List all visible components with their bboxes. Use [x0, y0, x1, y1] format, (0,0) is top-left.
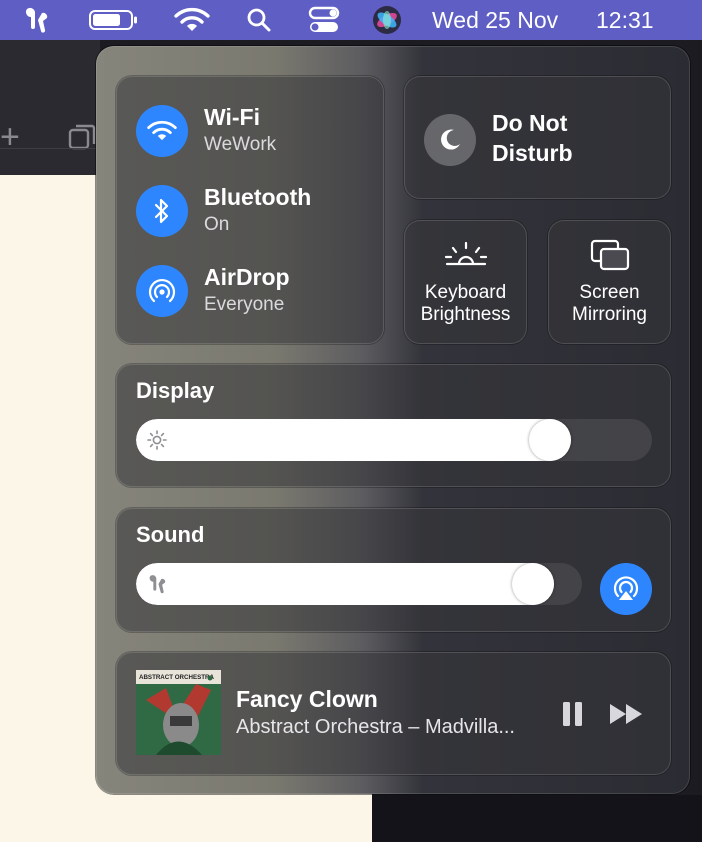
- menubar-time[interactable]: 12:31: [596, 0, 668, 40]
- airdrop-toggle[interactable]: AirDrop Everyone: [136, 264, 376, 318]
- bluetooth-toggle[interactable]: Bluetooth On: [136, 184, 376, 238]
- screen-mirroring-button[interactable]: Screen Mirroring: [548, 220, 671, 344]
- airplay-audio-button[interactable]: [600, 563, 652, 615]
- wifi-network-name: WeWork: [204, 134, 277, 155]
- moon-icon: [424, 114, 476, 166]
- wifi-icon[interactable]: [172, 0, 212, 40]
- bluetooth-status: On: [204, 214, 230, 235]
- display-label: Display: [136, 378, 215, 403]
- wifi-icon[interactable]: [136, 105, 188, 157]
- keyboard-brightness-label: Keyboard Brightness: [420, 282, 511, 325]
- display-brightness-slider[interactable]: [136, 419, 652, 461]
- background-app-toolbar: +: [0, 40, 100, 175]
- wifi-label: Wi-Fi: [204, 104, 260, 130]
- sound-module: Sound: [116, 508, 671, 632]
- track-title: Fancy Clown: [236, 686, 378, 712]
- background-window: [372, 795, 702, 842]
- airdrop-status: Everyone: [204, 294, 285, 315]
- control-center-panel: Wi-Fi WeWork Bluetooth On AirDrop Everyo…: [96, 46, 690, 794]
- svg-text:ABSTRACT ORCHESTRA: ABSTRACT ORCHESTRA: [139, 674, 214, 681]
- volume-slider-fill: [136, 563, 554, 605]
- screen-mirroring-label: Screen Mirroring: [572, 282, 647, 325]
- airpods-icon[interactable]: [20, 0, 52, 40]
- album-artwork: ABSTRACT ORCHESTRA: [136, 670, 221, 755]
- new-tab-icon[interactable]: +: [0, 118, 20, 157]
- airdrop-icon[interactable]: [136, 265, 188, 317]
- battery-icon[interactable]: [88, 0, 140, 40]
- menu-bar: Wed 25 Nov 12:31: [0, 0, 702, 40]
- bluetooth-icon[interactable]: [136, 185, 188, 237]
- screen-mirroring-icon: [548, 238, 671, 272]
- track-artist: Abstract Orchestra – Madvilla...: [236, 716, 515, 738]
- airplay-audio-icon: [613, 576, 639, 600]
- display-slider-knob[interactable]: [529, 419, 572, 461]
- keyboard-brightness-icon: [404, 240, 527, 268]
- pause-icon[interactable]: [561, 700, 585, 728]
- now-playing-module[interactable]: ABSTRACT ORCHESTRA Fancy Clown Abstract …: [116, 652, 671, 775]
- airpods-icon: [149, 575, 166, 594]
- control-center-icon[interactable]: [306, 0, 342, 40]
- keyboard-brightness-button[interactable]: Keyboard Brightness: [404, 220, 527, 344]
- spotlight-search-icon[interactable]: [245, 0, 273, 40]
- menubar-date[interactable]: Wed 25 Nov: [432, 0, 587, 40]
- display-slider-fill: [136, 419, 572, 461]
- brightness-sun-icon: [147, 430, 167, 450]
- display-module: Display: [116, 364, 671, 487]
- siri-icon[interactable]: [371, 0, 403, 40]
- network-module: Wi-Fi WeWork Bluetooth On AirDrop Everyo…: [116, 76, 384, 344]
- volume-slider-knob[interactable]: [511, 563, 554, 605]
- bluetooth-label: Bluetooth: [204, 184, 312, 210]
- do-not-disturb-label: Do Not Disturb: [492, 110, 573, 166]
- sound-label: Sound: [136, 522, 205, 547]
- volume-slider[interactable]: [136, 563, 582, 605]
- wifi-toggle[interactable]: Wi-Fi WeWork: [136, 104, 376, 158]
- airdrop-label: AirDrop: [204, 264, 290, 290]
- fast-forward-icon[interactable]: [608, 701, 646, 727]
- toolbar-divider: [0, 148, 100, 149]
- do-not-disturb-toggle[interactable]: Do Not Disturb: [404, 76, 671, 199]
